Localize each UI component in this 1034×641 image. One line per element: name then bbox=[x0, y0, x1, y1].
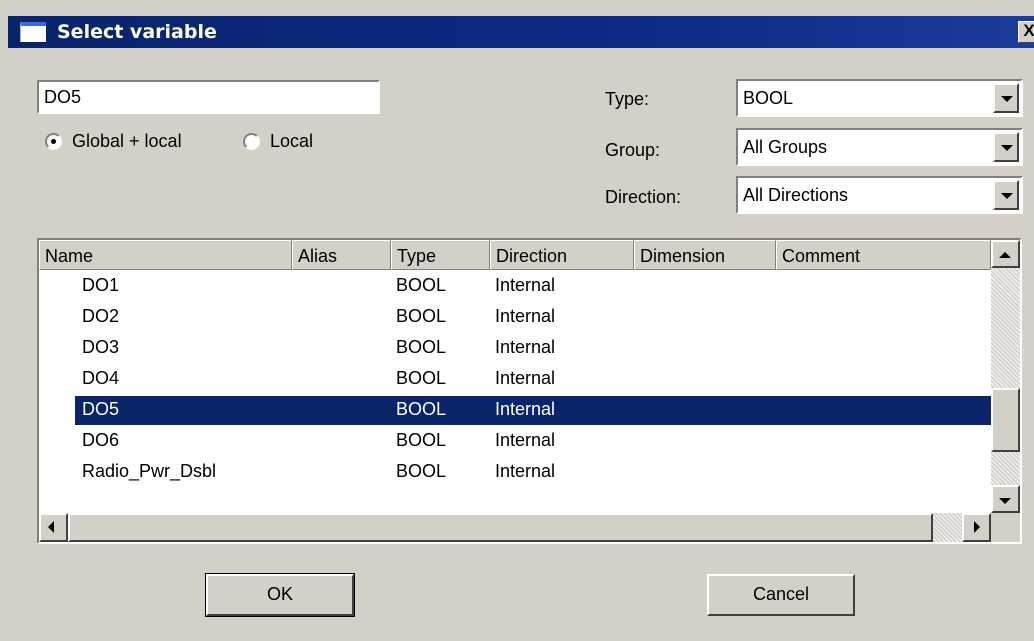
cell-name: DO2 bbox=[82, 306, 120, 326]
scrollbar-corner bbox=[991, 513, 1020, 542]
type-select-value: BOOL bbox=[743, 88, 794, 108]
cell-type: BOOL bbox=[396, 461, 447, 481]
cell-name: Radio_Pwr_Dsbl bbox=[82, 461, 217, 481]
group-select-value: All Groups bbox=[743, 137, 828, 157]
select-variable-dialog: Select variable X Global + local Local T… bbox=[0, 0, 1034, 641]
window-icon bbox=[20, 22, 46, 42]
group-label: Group: bbox=[605, 140, 661, 160]
table-row[interactable]: DO1 BOOL Internal bbox=[39, 271, 991, 302]
window-title: Select variable bbox=[57, 21, 217, 43]
chevron-down-icon bbox=[1001, 145, 1013, 151]
arrow-right-icon bbox=[974, 521, 980, 533]
radio-global-local[interactable]: Global + local bbox=[45, 130, 225, 154]
scroll-left-button[interactable] bbox=[39, 513, 68, 542]
horizontal-scroll-thumb[interactable] bbox=[68, 513, 933, 542]
cell-name: DO3 bbox=[82, 337, 120, 357]
close-button[interactable]: X bbox=[1018, 21, 1034, 43]
radio-local-label: Local bbox=[270, 131, 314, 151]
type-select[interactable]: BOOL bbox=[736, 79, 1023, 117]
cell-type: BOOL bbox=[396, 337, 447, 357]
arrow-up-icon bbox=[999, 252, 1011, 258]
table-row[interactable]: Radio_Pwr_Dsbl BOOL Internal bbox=[39, 457, 991, 488]
cell-direction: Internal bbox=[495, 461, 556, 481]
direction-label: Direction: bbox=[605, 187, 682, 207]
cell-direction: Internal bbox=[495, 337, 556, 357]
direction-dropdown-button[interactable] bbox=[993, 180, 1019, 210]
vertical-scrollbar[interactable] bbox=[991, 240, 1020, 513]
radio-local-dot[interactable] bbox=[243, 133, 260, 150]
cell-name: DO1 bbox=[82, 275, 120, 295]
radio-global-local-dot[interactable] bbox=[45, 133, 62, 150]
cell-type: BOOL bbox=[396, 430, 447, 450]
cell-direction: Internal bbox=[495, 430, 556, 450]
cell-type: BOOL bbox=[396, 368, 447, 388]
column-header-alias[interactable]: Alias bbox=[292, 240, 391, 270]
radio-global-local-label: Global + local bbox=[72, 131, 182, 151]
cell-name: DO4 bbox=[82, 368, 120, 388]
cell-direction: Internal bbox=[495, 306, 556, 326]
variable-name-field[interactable] bbox=[37, 80, 380, 114]
variable-name-input[interactable] bbox=[39, 82, 378, 112]
table-row[interactable]: DO2 BOOL Internal bbox=[39, 302, 991, 333]
column-header-comment[interactable]: Comment bbox=[776, 240, 991, 270]
cell-direction: Internal bbox=[495, 275, 556, 295]
table-row[interactable]: DO6 BOOL Internal bbox=[39, 426, 991, 457]
type-dropdown-button[interactable] bbox=[993, 83, 1019, 113]
column-header-dimension[interactable]: Dimension bbox=[634, 240, 776, 270]
scroll-right-button[interactable] bbox=[962, 513, 991, 542]
cell-name: DO5 bbox=[82, 399, 120, 419]
scroll-up-button[interactable] bbox=[991, 240, 1020, 268]
group-select[interactable]: All Groups bbox=[736, 128, 1023, 166]
cell-name: DO6 bbox=[82, 430, 120, 450]
cell-direction: Internal bbox=[495, 368, 556, 388]
vertical-scroll-thumb[interactable] bbox=[991, 388, 1020, 452]
cell-type: BOOL bbox=[396, 399, 447, 419]
radio-local[interactable]: Local bbox=[243, 130, 343, 154]
cell-type: BOOL bbox=[396, 306, 447, 326]
column-header-direction[interactable]: Direction bbox=[490, 240, 634, 270]
cell-direction: Internal bbox=[495, 399, 556, 419]
table-row[interactable]: DO3 BOOL Internal bbox=[39, 333, 991, 364]
group-dropdown-button[interactable] bbox=[993, 132, 1019, 162]
arrow-left-icon bbox=[48, 521, 54, 533]
chevron-down-icon bbox=[1001, 193, 1013, 199]
column-headers: Name Alias Type Direction Dimension Comm… bbox=[39, 240, 991, 270]
cell-type: BOOL bbox=[396, 275, 447, 295]
table-row[interactable]: DO4 BOOL Internal bbox=[39, 364, 991, 395]
scroll-down-button[interactable] bbox=[991, 485, 1020, 513]
column-header-type[interactable]: Type bbox=[391, 240, 490, 270]
dialog-body: Global + local Local Type: BOOL Group: A… bbox=[8, 48, 1034, 641]
horizontal-scrollbar[interactable] bbox=[39, 513, 991, 542]
direction-select-value: All Directions bbox=[743, 185, 849, 205]
chevron-down-icon bbox=[1001, 96, 1013, 102]
ok-button[interactable]: OK bbox=[205, 573, 355, 617]
title-bar[interactable]: Select variable X bbox=[8, 16, 1034, 48]
arrow-down-icon bbox=[999, 498, 1011, 504]
table-row-selected[interactable]: DO5 BOOL Internal bbox=[39, 395, 991, 426]
direction-select[interactable]: All Directions bbox=[736, 176, 1023, 214]
variable-list[interactable]: Name Alias Type Direction Dimension Comm… bbox=[37, 238, 1022, 544]
type-label: Type: bbox=[605, 89, 650, 109]
cancel-button[interactable]: Cancel bbox=[707, 574, 855, 616]
column-header-name[interactable]: Name bbox=[39, 240, 292, 270]
